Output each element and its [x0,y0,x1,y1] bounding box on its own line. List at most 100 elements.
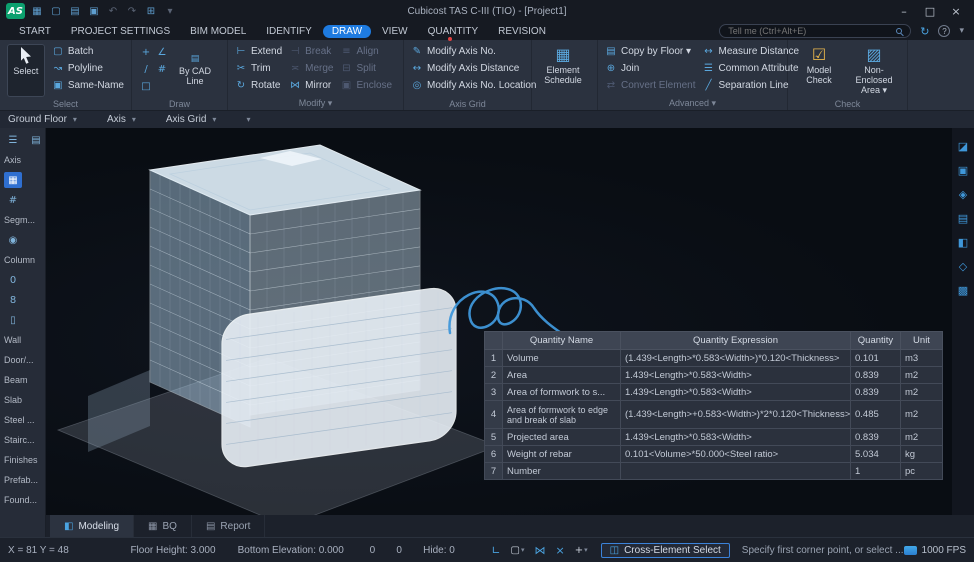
sidebar-item-door[interactable]: Door/... [4,355,34,365]
sidebar-item-finishes[interactable]: Finishes [4,455,38,465]
app-logo[interactable]: AS [6,3,25,19]
corner-snap-icon[interactable]: ∟ [491,544,500,557]
measure-distance-button[interactable]: ↔Measure Distance [702,44,799,59]
modify-axis-no-location-button[interactable]: ◎Modify Axis No. Location [411,78,537,93]
element-schedule-button[interactable]: ▦ Element Schedule [539,44,587,106]
element-combobox[interactable]: Axis Grid▾ [166,114,217,125]
sidebar-item-beam[interactable]: Beam [4,375,28,385]
table-row[interactable]: 4 Area of formwork to edge and break of … [485,401,943,429]
deselect-icon[interactable]: × [556,544,565,557]
table-row[interactable]: 6 Weight of rebar 0.101<Volume>*50.000<S… [485,446,943,463]
help-icon[interactable]: ? [938,25,950,37]
tree-list-icon[interactable]: ☰ [4,132,22,148]
draw-hash-icon[interactable]: # [155,64,169,75]
close-button[interactable]: × [944,3,968,19]
common-attribute-button[interactable]: ☰Common Attribute [702,61,799,76]
draw-plus-icon[interactable]: + [139,47,153,58]
model-check-button[interactable]: ☑ Model Check [795,44,843,97]
batch-select-button[interactable]: ▢Batch [52,44,124,59]
table-row[interactable]: 1 Volume (1.439<Length>*0.583<Width>)*0.… [485,350,943,367]
solid-view-icon[interactable]: ◈ [955,186,971,202]
modify-axis-no-button[interactable]: ✎Modify Axis No. [411,44,537,59]
tab-view[interactable]: VIEW [373,25,417,38]
axis-grid-tool-icon[interactable]: ▦ [4,172,22,188]
convert-element-button[interactable]: ⇄Convert Element [605,78,695,93]
table-row[interactable]: 3 Area of formwork to s... 1.439<Length>… [485,384,943,401]
draw-angle-icon[interactable]: ∠ [155,47,169,58]
model-viewport[interactable]: Quantity Name Quantity Expression Quanti… [46,128,952,515]
add-mode-dropdown[interactable]: +▾ [575,545,588,556]
merge-button[interactable]: ≍Merge [289,61,333,76]
pillar-icon[interactable]: ▯ [4,312,22,328]
sidebar-item-stair[interactable]: Stairc... [4,435,35,445]
paint-tool-icon[interactable]: ◪ [955,138,971,154]
tab-bq[interactable]: ▦BQ [134,515,192,537]
tell-me-searchbox[interactable] [719,24,911,38]
trim-button[interactable]: ✂Trim [235,61,282,76]
minimize-button[interactable]: – [892,3,916,19]
toolbar-caret-icon[interactable]: ▾ [163,6,177,17]
tab-revision[interactable]: REVISION [489,25,555,38]
modify-axis-distance-button[interactable]: ↔Modify Axis Distance [411,61,537,76]
table-row[interactable]: 2 Area 1.439<Length>*0.583<Width> 0.839 … [485,367,943,384]
align-button[interactable]: ≡Align [341,44,393,59]
select-button[interactable]: Select [7,44,45,97]
redo-icon[interactable]: ↷ [125,6,139,17]
by-cad-line-button[interactable]: ▤By CAD Line [171,54,219,86]
intersect-mode-icon[interactable]: ⋈ [535,544,546,557]
tab-draw[interactable]: DRAW [323,25,371,38]
separation-line-button[interactable]: ╱Separation Line [702,78,799,93]
tab-bim-model[interactable]: BIM MODEL [181,25,255,38]
tree-grid-icon[interactable]: ▤ [27,132,45,148]
tab-report[interactable]: ▤Report [192,515,265,537]
selection-mode-dropdown[interactable]: ▢▾ [511,545,525,556]
account-caret-icon[interactable]: ▾ [959,26,964,36]
split-button[interactable]: ⊟Split [341,61,393,76]
break-button[interactable]: ⊣Break [289,44,333,59]
floor-combobox[interactable]: Ground Floor▾ [8,114,77,125]
save-icon[interactable]: ▣ [87,6,101,17]
open-file-icon[interactable]: ▤ [68,6,82,17]
sidebar-item-segment[interactable]: Segm... [4,215,35,225]
sidebar-item-prefab[interactable]: Prefab... [4,475,38,485]
sidebar-item-foundation[interactable]: Found... [4,495,37,505]
undo-icon[interactable]: ↶ [106,6,120,17]
tab-modeling[interactable]: ◧Modeling [50,515,134,537]
cross-element-select-button[interactable]: ◫ Cross-Element Select [601,543,730,558]
sidebar-item-column[interactable]: Column [4,255,35,265]
grid-view-icon[interactable]: ▩ [955,282,971,298]
sidebar-item-slab[interactable]: Slab [4,395,22,405]
new-file-icon[interactable]: ▢ [49,6,63,17]
search-input[interactable] [728,26,890,36]
rotate-button[interactable]: ↻Rotate [235,78,282,93]
table-row[interactable]: 7 Number 1 pc [485,463,943,480]
non-enclosed-area-button[interactable]: ▨ Non-Enclosed Area ▾ [850,44,898,97]
copy-by-floor-button[interactable]: ▤Copy by Floor ▾ [605,44,695,59]
view-layout-icon[interactable]: ⊞ [144,6,158,17]
display-tool-icon[interactable]: ▣ [955,162,971,178]
board-icon[interactable]: ▦ [30,6,44,17]
layer-tool-icon[interactable]: ▤ [955,210,971,226]
composite-column-icon[interactable]: 8 [4,292,22,308]
draw-rect-icon[interactable]: □ [139,81,153,92]
segment-icon[interactable]: ◉ [4,232,22,248]
shading-tool-icon[interactable]: ◧ [955,234,971,250]
tab-start[interactable]: START [10,25,60,38]
table-row[interactable]: 5 Projected area 1.439<Length>*0.583<Wid… [485,429,943,446]
tab-project-settings[interactable]: PROJECT SETTINGS [62,25,179,38]
enclose-button[interactable]: ▣Enclose [341,78,393,93]
mirror-button[interactable]: ⋈Mirror [289,78,333,93]
maximize-button[interactable]: □ [918,3,942,19]
sidebar-item-axis[interactable]: Axis [4,155,21,165]
axis-network-icon[interactable]: # [4,192,22,208]
circular-column-icon[interactable]: 0 [4,272,22,288]
sync-icon[interactable]: ↻ [920,25,929,38]
sidebar-item-wall[interactable]: Wall [4,335,21,345]
category-combobox[interactable]: Axis▾ [107,114,136,125]
tab-quantity[interactable]: QUANTITY [419,25,488,38]
wireframe-tool-icon[interactable]: ◇ [955,258,971,274]
polyline-select-button[interactable]: ↝Polyline [52,61,124,76]
draw-slash-icon[interactable]: / [139,64,153,75]
tab-identify[interactable]: IDENTIFY [257,25,321,38]
join-button[interactable]: ⊕Join [605,61,695,76]
